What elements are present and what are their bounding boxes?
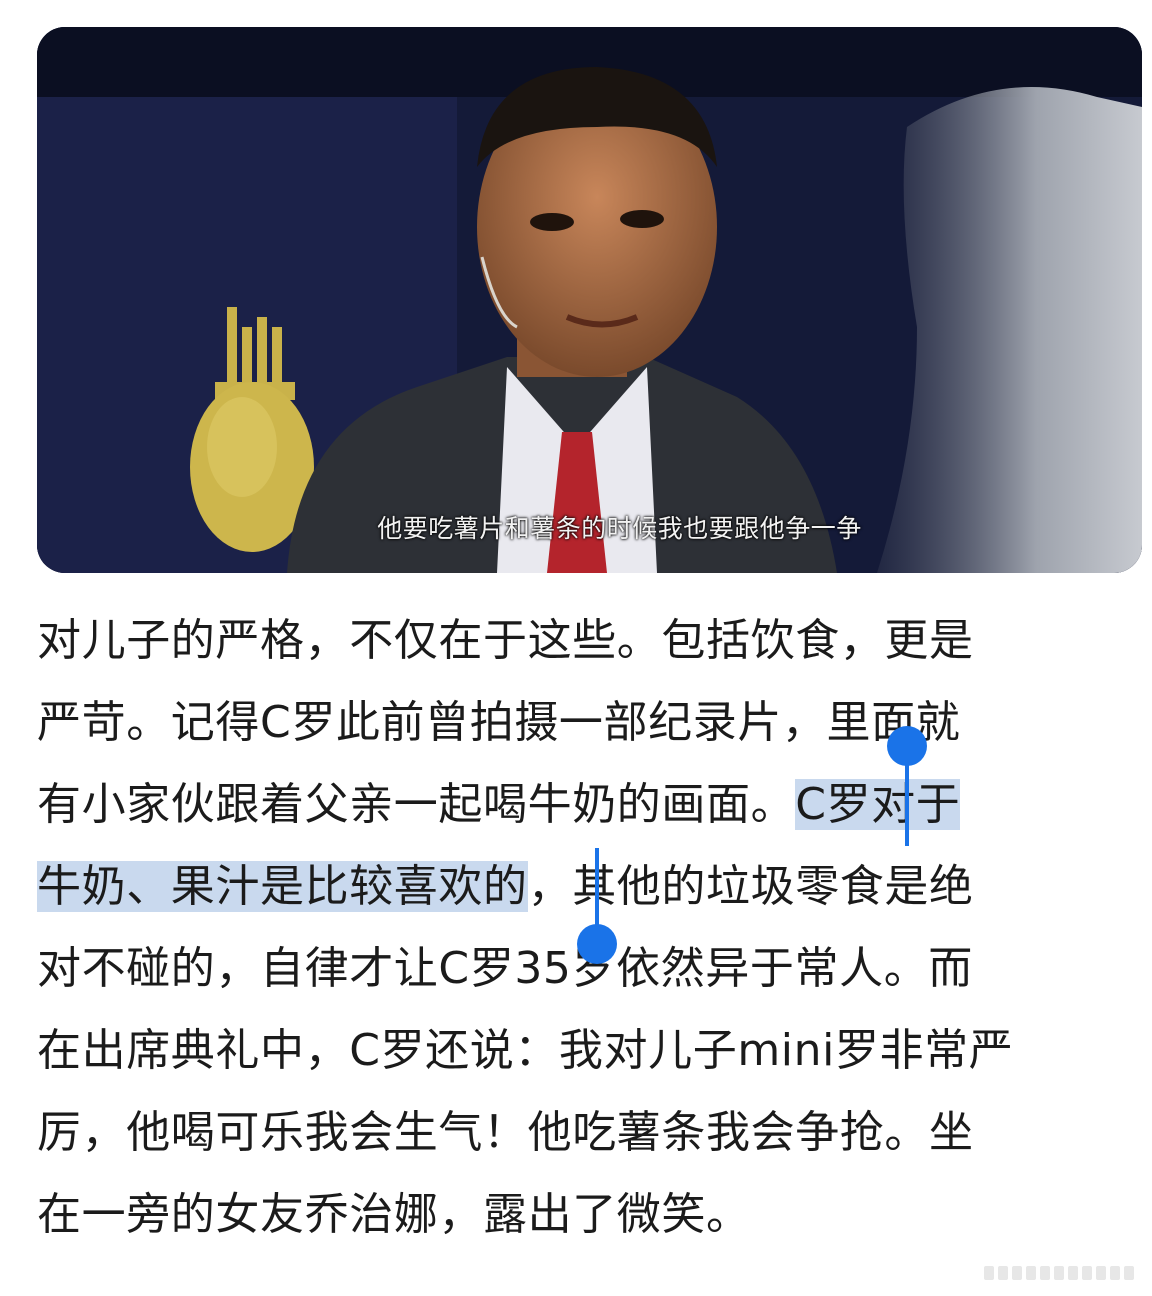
article-body[interactable]: 对儿子的严格，不仅在于这些。包括饮食，更是 严苛。记得C罗此前曾拍摄一部纪录片，… [37,600,1127,1256]
selected-text[interactable]: 牛奶、果汁是比较喜欢的 [37,861,528,912]
selection-end-caret [595,848,599,928]
article-text: 在出席典礼中，C罗还说：我对儿子mini罗非常严 [37,1025,1014,1076]
article-line: 有小家伙跟着父亲一起喝牛奶的画面。C罗对于 [37,764,1127,846]
article-text: 厉，他喝可乐我会生气！他吃薯条我会争抢。坐 [37,1107,974,1158]
article-line: 严苛。记得C罗此前曾拍摄一部纪录片，里面就 [37,682,1127,764]
selected-text[interactable]: C罗对于 [795,779,961,830]
selection-end-handle[interactable] [577,924,617,964]
post-page: 他要吃薯片和薯条的时候我也要跟他争一争 对儿子的严格，不仅在于这些。包括饮食，更… [0,0,1152,1296]
article-text: 有小家伙跟着父亲一起喝牛奶的画面。 [37,779,796,830]
article-line: 在一旁的女友乔治娜，露出了微笑。 [37,1174,1127,1256]
article-line: 厉，他喝可乐我会生气！他吃薯条我会争抢。坐 [37,1092,1127,1174]
article-text: 严苛。记得C罗此前曾拍摄一部纪录片，里面就 [37,697,961,748]
article-text: 对儿子的严格，不仅在于这些。包括饮食，更是 [37,615,974,666]
article-line: 在出席典礼中，C罗还说：我对儿子mini罗非常严 [37,1010,1127,1092]
article-line: 对儿子的严格，不仅在于这些。包括饮食，更是 [37,600,1127,682]
article-line: 牛奶、果汁是比较喜欢的，其他的垃圾零食是绝 [37,846,1127,928]
selection-start-caret [905,760,909,846]
video-screenshot-image[interactable]: 他要吃薯片和薯条的时候我也要跟他争一争 [37,27,1142,573]
interview-scene-illustration [37,27,1142,573]
video-subtitle: 他要吃薯片和薯条的时候我也要跟他争一争 [377,514,862,543]
page-scroll-indicator [984,1266,1134,1280]
article-text: 在一旁的女友乔治娜，露出了微笑。 [37,1189,751,1240]
article-text: 对不碰的，自律才让C罗35岁依然异于常人。而 [37,943,973,994]
